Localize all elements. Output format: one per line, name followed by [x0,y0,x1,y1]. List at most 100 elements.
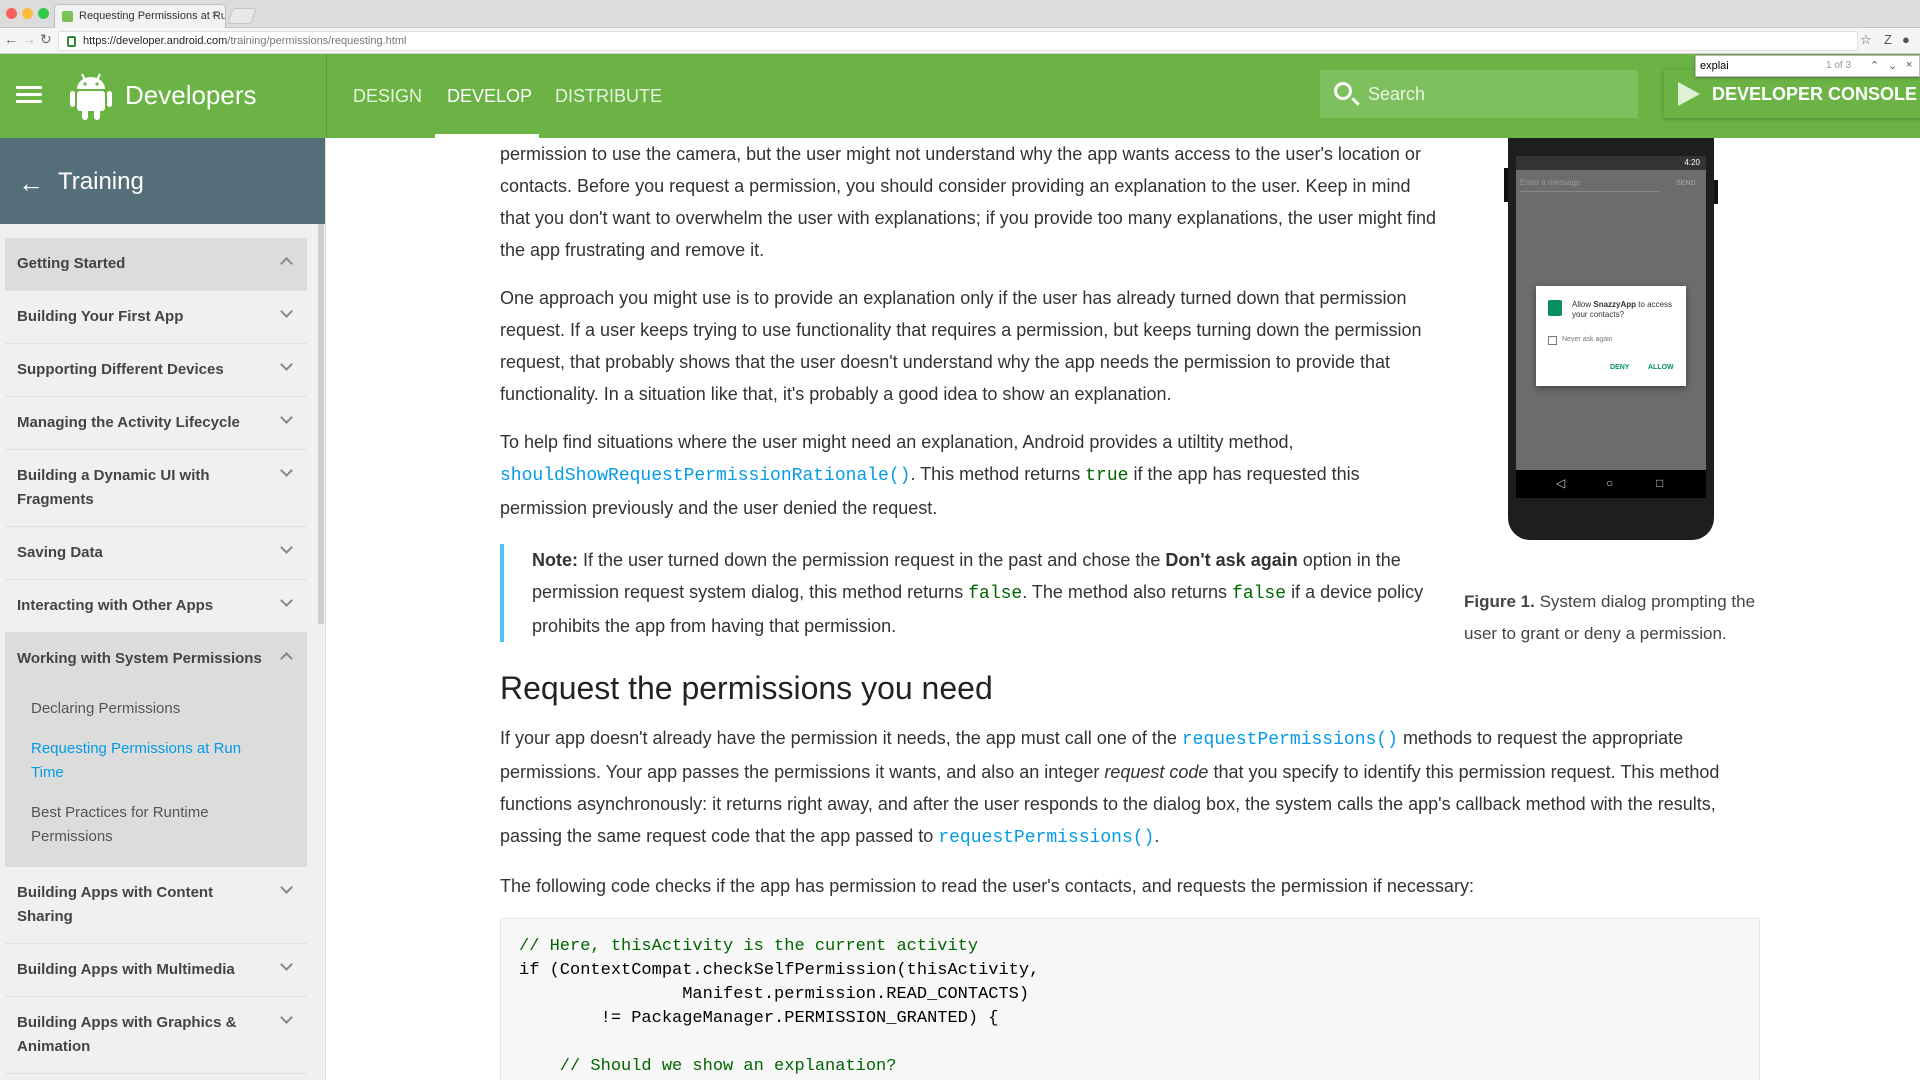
reload-icon[interactable]: ↻ [40,31,52,48]
back-arrow-icon[interactable]: ← [4,31,18,47]
browser-tab[interactable]: Requesting Permissions at Ru × [54,4,226,28]
maximize-window-button[interactable] [38,8,49,19]
address-bar-row: ← → ↻ https://developer.android.com/trai… [0,28,1920,54]
sidebar-nav-list: Getting Started Building Your First App … [5,238,307,1074]
text: . This method returns [910,464,1081,484]
sidebar-item-label: Building Apps with Content Sharing [17,884,214,925]
sidebar-item-different-devices[interactable]: Supporting Different Devices [5,344,307,397]
sidebar-item-label: Building a Dynamic UI with Fragments [17,467,210,508]
chevron-down-icon [280,958,293,971]
url-field[interactable]: https://developer.android.com/training/p… [58,31,1858,51]
code-line: if (ContextCompat.checkSelfPermission(th… [519,961,1040,980]
sidebar-item-label: Building Apps with Graphics & Animation [17,1014,237,1055]
forward-arrow-icon[interactable]: → [22,31,36,47]
phone-screen: 4:20 Enter a message SEND Allow SnazzyAp… [1516,156,1706,470]
chevron-up-icon [280,257,293,270]
section-heading: Request the permissions you need [500,670,993,706]
chevron-down-icon [280,881,293,894]
caption-label: Figure 1. [1464,592,1535,611]
code-line: // Here, thisActivity is the current act… [519,937,979,956]
sidebar-item-activity-lifecycle[interactable]: Managing the Activity Lifecycle [5,397,307,450]
training-sidebar: ← Training Getting Started Building Your… [0,138,326,1080]
url-host: https://developer.android.com [83,35,228,47]
find-query-input[interactable]: explai [1700,60,1729,72]
never-ask-checkbox [1548,336,1557,345]
lock-icon [67,36,76,47]
sidebar-scrollbar[interactable] [318,224,324,624]
site-header: Developers DESIGN DEVELOP DISTRIBUTE Sea… [0,54,1920,138]
code-false: false [968,584,1023,604]
menu-icon[interactable] [16,86,42,104]
code-line: // Should we show an explanation? [519,1057,897,1076]
chevron-up-icon [280,652,293,665]
paragraph: To help find situations where the user m… [500,426,1440,524]
nav-design[interactable]: DESIGN [353,86,422,107]
sidebar-item-label: Managing the Activity Lifecycle [17,414,240,431]
search-icon [1334,82,1352,100]
sidebar-subitem-requesting[interactable]: Requesting Permissions at Run Time [5,729,307,793]
sidebar-item-other-apps[interactable]: Interacting with Other Apps [5,580,307,633]
developer-console-button[interactable]: DEVELOPER CONSOLE [1664,70,1920,118]
api-link-request-permissions[interactable]: requestPermissions() [1182,730,1398,750]
api-link-request-permissions[interactable]: requestPermissions() [938,828,1154,848]
top-nav: DESIGN DEVELOP DISTRIBUTE [326,54,662,138]
sidebar-item-label: Building Apps with Multimedia [17,961,235,978]
extension-icon[interactable]: Z [1884,32,1892,47]
sidebar-item-multimedia[interactable]: Building Apps with Multimedia [5,944,307,997]
extension-badge-icon[interactable]: ● [1902,32,1910,47]
figure-caption: Figure 1. System dialog prompting the us… [1464,586,1764,650]
sidebar-item-first-app[interactable]: Building Your First App [5,291,307,344]
sidebar-item-label: Interacting with Other Apps [17,597,214,614]
sidebar-item-label: Building Your First App [17,308,184,325]
site-brand[interactable]: Developers [125,80,257,111]
android-favicon-icon [62,11,73,22]
sidebar-item-label: Supporting Different Devices [17,361,224,378]
sidebar-title: Training [58,168,144,195]
sidebar-subitem-best-practices[interactable]: Best Practices for Runtime Permissions [5,793,307,857]
sidebar-item-getting-started[interactable]: Getting Started [5,238,307,291]
close-window-button[interactable] [6,8,17,19]
permission-dialog: Allow SnazzyApp to access your contacts?… [1536,286,1686,386]
api-link-should-show-rationale[interactable]: shouldShowRequestPermissionRationale() [500,466,910,486]
text: If your app doesn't already have the per… [500,728,1177,748]
paragraph: If your app doesn't already have the per… [500,722,1770,854]
find-in-page-bar: explai 1 of 3 ⌃ ⌄ × [1695,55,1920,77]
find-previous-icon[interactable]: ⌃ [1870,59,1879,72]
sidebar-item-graphics[interactable]: Building Apps with Graphics & Animation [5,997,307,1074]
sidebar-back-icon[interactable]: ← [18,168,44,199]
bookmark-star-icon[interactable]: ☆ [1860,32,1872,48]
note-label: Note: [532,550,578,570]
back-triangle-icon: ◁ [1556,476,1566,490]
nav-distribute[interactable]: DISTRIBUTE [555,86,662,107]
search-placeholder: Search [1368,84,1426,104]
code-line: != PackageManager.PERMISSION_GRANTED) { [519,1009,999,1028]
text: To help find situations where the user m… [500,432,1294,452]
sidebar-subitems: Declaring Permissions Requesting Permiss… [5,685,307,867]
tab-close-icon[interactable]: × [212,9,218,21]
nav-develop[interactable]: DEVELOP [447,86,532,107]
site-search-input[interactable]: Search [1320,70,1638,118]
dialog-app-name: SnazzyApp [1593,300,1637,309]
sidebar-subitem-declaring[interactable]: Declaring Permissions [5,689,307,729]
sidebar-item-dynamic-ui[interactable]: Building a Dynamic UI with Fragments [5,450,307,527]
chevron-down-icon [280,305,293,318]
paragraph: One approach you might use is to provide… [500,288,1422,404]
android-logo-icon[interactable] [70,72,112,120]
dialog-text: Allow SnazzyApp to access your contacts? [1572,300,1678,320]
new-tab-button[interactable] [227,8,257,24]
sidebar-item-system-permissions[interactable]: Working with System Permissions [5,633,307,685]
chevron-down-icon [280,594,293,607]
sidebar-item-saving-data[interactable]: Saving Data [5,527,307,580]
emphasis-text: request code [1104,762,1209,782]
tab-title: Requesting Permissions at Ru [79,10,226,22]
find-close-icon[interactable]: × [1906,59,1912,71]
minimize-window-button[interactable] [22,8,33,19]
text: . [1154,826,1160,846]
find-next-icon[interactable]: ⌄ [1888,59,1897,72]
sidebar-item-content-sharing[interactable]: Building Apps with Content Sharing [5,867,307,944]
text: . The method also returns [1022,582,1228,602]
phone-nav-bar: ◁ ○ □ [1516,470,1706,498]
code-false: false [1232,584,1287,604]
phone-message-field: Enter a message [1520,178,1660,192]
